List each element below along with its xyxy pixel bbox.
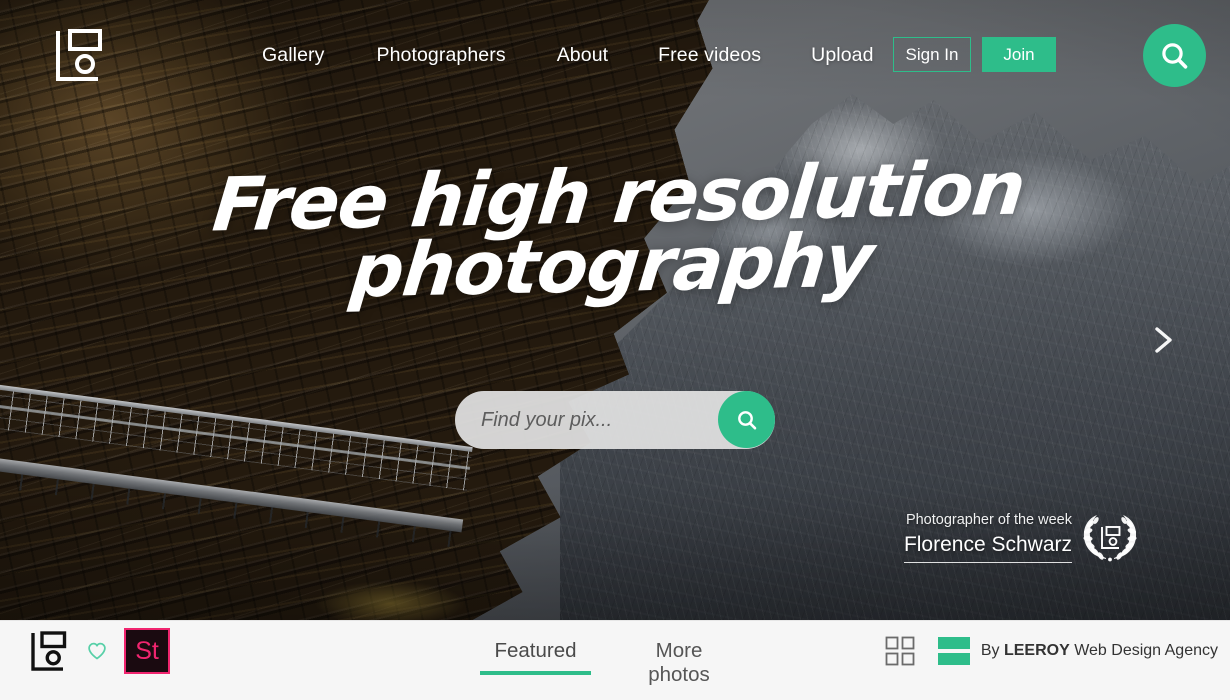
nav-item-about[interactable]: About — [557, 44, 608, 67]
site-logo-button-small[interactable] — [30, 630, 72, 672]
nav-item-photographers[interactable]: Photographers — [376, 44, 505, 67]
laurel-wreath-award-icon — [1083, 515, 1137, 562]
tab-featured[interactable]: Featured — [480, 620, 591, 675]
bottom-bar: St Featured More photos By LEEROY Web De… — [0, 620, 1230, 700]
bottom-bar-left-group: St — [30, 620, 170, 682]
nav-item-upload[interactable]: Upload — [811, 44, 873, 67]
heart-outline-icon[interactable] — [86, 640, 108, 662]
leeroy-bar-bottom — [937, 653, 970, 665]
next-slide-button[interactable] — [1145, 322, 1181, 358]
top-navigation-bar: Gallery Photographers About Free videos … — [0, 0, 1230, 110]
agency-credit-suffix: Web Design Agency — [1069, 642, 1218, 659]
hero-headline: Free high resolution photography — [209, 145, 1029, 315]
hero-search-submit-button[interactable] — [718, 391, 775, 448]
potw-name-link[interactable]: Florence Schwarz — [903, 533, 1072, 563]
search-icon — [1161, 42, 1187, 69]
adobe-stock-label: St — [135, 636, 159, 665]
nav-item-free-videos[interactable]: Free videos — [658, 44, 761, 67]
join-button[interactable]: Join — [982, 37, 1056, 72]
agency-credit-brand: LEEROY — [1003, 642, 1070, 659]
nav-item-gallery[interactable]: Gallery — [262, 44, 324, 67]
camera-frame-logo-icon — [1101, 526, 1121, 549]
nav-search-button[interactable] — [1143, 24, 1206, 87]
leeroy-bar-top — [937, 637, 970, 649]
leeroy-bars-icon — [937, 637, 970, 665]
sign-in-button[interactable]: Sign In — [893, 37, 971, 72]
site-logo-button[interactable] — [54, 27, 110, 83]
adobe-stock-icon[interactable]: St — [124, 628, 170, 674]
agency-credit-prefix: By — [980, 642, 1004, 659]
potw-label: Photographer of the week — [905, 512, 1072, 528]
grid-view-icon[interactable] — [884, 635, 916, 667]
search-icon — [737, 410, 756, 430]
bottom-bar-right-group: By LEEROY Web Design Agency — [884, 620, 1218, 682]
photographer-of-the-week: Photographer of the week Florence Schwar… — [880, 508, 1140, 566]
bottom-bar-tabs: Featured More photos — [480, 620, 735, 700]
chevron-right-icon — [1155, 327, 1172, 353]
tab-more-photos[interactable]: More photos — [623, 620, 735, 697]
nav-links: Gallery Photographers About Free videos … — [262, 0, 874, 110]
agency-credit[interactable]: By LEEROY Web Design Agency — [981, 642, 1218, 660]
